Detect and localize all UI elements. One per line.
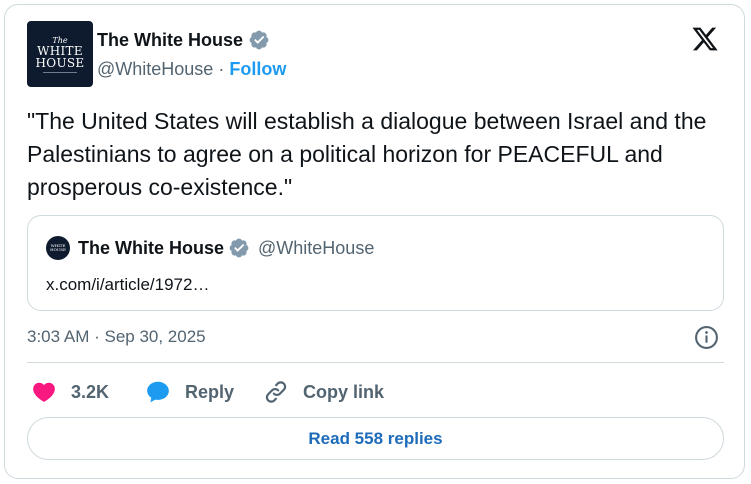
read-replies-button[interactable]: Read 558 replies	[27, 417, 724, 460]
handle-separator: ·	[213, 59, 230, 79]
author-handle-row: @WhiteHouse · Follow	[97, 58, 286, 80]
quoted-author-avatar: WHITE HOUSE	[46, 236, 70, 260]
x-logo-icon[interactable]	[691, 25, 719, 53]
quoted-avatar-line2: HOUSE	[50, 247, 66, 252]
tweet-card: The WHITE HOUSE The White House @WhiteHo…	[4, 4, 745, 479]
follow-button[interactable]: Follow	[229, 59, 286, 79]
heart-icon	[33, 382, 55, 402]
reply-label: Reply	[185, 381, 235, 402]
verified-badge-icon	[229, 238, 249, 258]
quoted-header: The White House @WhiteHouse	[78, 237, 374, 259]
verified-badge-icon	[249, 30, 269, 50]
quoted-author-handle: @WhiteHouse	[258, 238, 375, 258]
author-name-row: The White House	[97, 29, 270, 51]
speech-bubble-icon	[147, 381, 169, 403]
avatar-text-line3: HOUSE	[35, 55, 85, 70]
copy-link-label: Copy link	[303, 381, 385, 402]
quoted-author-name: The White House	[78, 238, 225, 258]
like-count: 3.2K	[71, 381, 110, 402]
quoted-article-link[interactable]: x.com/i/article/1972…	[46, 274, 209, 296]
avatar-rule	[43, 71, 77, 73]
author-avatar[interactable]: The WHITE HOUSE	[27, 21, 93, 87]
link-icon	[265, 381, 287, 403]
tweet-text: "The United States will establish a dial…	[27, 108, 707, 200]
divider	[27, 362, 724, 363]
info-icon[interactable]	[694, 325, 719, 350]
author-handle[interactable]: @WhiteHouse	[97, 59, 213, 79]
author-name[interactable]: The White House	[97, 29, 243, 51]
like-button[interactable]: 3.2K	[31, 379, 109, 405]
reply-button[interactable]: Reply	[145, 379, 234, 405]
copy-link-button[interactable]: Copy link	[263, 379, 384, 405]
avatar-text-line2: WHITE	[37, 43, 83, 58]
tweet-timestamp[interactable]: 3:03 AM · Sep 30, 2025	[27, 326, 206, 348]
quoted-tweet[interactable]: WHITE HOUSE The White House @WhiteHouse …	[27, 215, 724, 311]
